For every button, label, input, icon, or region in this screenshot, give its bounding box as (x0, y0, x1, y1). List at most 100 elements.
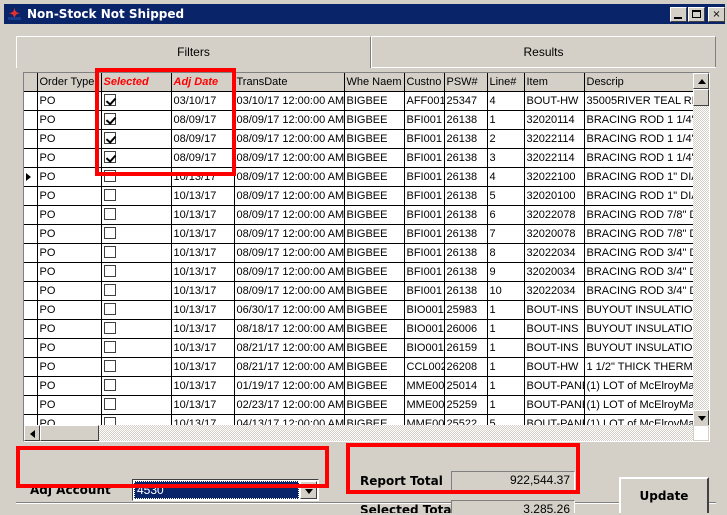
cell-line[interactable]: 1 (487, 376, 524, 395)
cell-descrip[interactable]: BRACING ROD 1 1/4" DI. (584, 110, 710, 129)
adj-account-selected-value[interactable]: 4530 (134, 481, 299, 499)
cell-whe-naem[interactable]: BIGBEE (344, 243, 404, 262)
table-row[interactable]: PO08/09/1708/09/17 12:00:00 AMBIGBEEBFI0… (24, 148, 710, 167)
cell-selected-checkbox[interactable] (101, 376, 171, 395)
cell-custno[interactable]: BFI001 (404, 224, 444, 243)
cell-trans-date[interactable]: 08/21/17 12:00:00 AM (234, 338, 344, 357)
cell-whe-naem[interactable]: BIGBEE (344, 148, 404, 167)
cell-line[interactable]: 7 (487, 224, 524, 243)
cell-whe-naem[interactable]: BIGBEE (344, 300, 404, 319)
cell-adj-date[interactable]: 03/10/17 (171, 91, 234, 110)
row-indicator-cell[interactable] (24, 319, 37, 338)
row-indicator-cell[interactable] (24, 376, 37, 395)
checkbox-unchecked-icon[interactable] (104, 227, 116, 239)
cell-order-type[interactable]: PO (37, 395, 101, 414)
cell-order-type[interactable]: PO (37, 376, 101, 395)
cell-psw[interactable]: 26006 (444, 319, 487, 338)
cell-item[interactable]: BOUT-INS (524, 300, 584, 319)
maximize-button[interactable] (688, 7, 705, 22)
cell-order-type[interactable]: PO (37, 148, 101, 167)
cell-whe-naem[interactable]: BIGBEE (344, 319, 404, 338)
cell-descrip[interactable]: (1) LOT of McElroyMarq (584, 376, 710, 395)
cell-item[interactable]: 32022114 (524, 129, 584, 148)
cell-line[interactable]: 6 (487, 205, 524, 224)
grid-horizontal-scrollbar[interactable] (24, 425, 709, 441)
cell-adj-date[interactable]: 10/13/17 (171, 224, 234, 243)
cell-item[interactable]: BOUT-HW (524, 357, 584, 376)
cell-trans-date[interactable]: 08/09/17 12:00:00 AM (234, 129, 344, 148)
cell-descrip[interactable]: BRACING ROD 3/4" DIA. (584, 262, 710, 281)
cell-line[interactable]: 9 (487, 262, 524, 281)
cell-line[interactable]: 5 (487, 186, 524, 205)
vscroll-thumb[interactable] (693, 89, 709, 106)
checkbox-unchecked-icon[interactable] (104, 246, 116, 258)
tab-results[interactable]: Results (371, 36, 716, 68)
cell-item[interactable]: BOUT-PANEL (524, 395, 584, 414)
cell-trans-date[interactable]: 08/18/17 12:00:00 AM (234, 319, 344, 338)
cell-item[interactable]: 32020100 (524, 186, 584, 205)
cell-descrip[interactable]: BRACING ROD 3/4" DIA. (584, 243, 710, 262)
cell-trans-date[interactable]: 02/23/17 12:00:00 AM (234, 395, 344, 414)
cell-line[interactable]: 1 (487, 357, 524, 376)
cell-descrip[interactable]: BRACING ROD 7/8" DIA (584, 205, 710, 224)
checkbox-checked-icon[interactable] (104, 113, 116, 125)
cell-custno[interactable]: BIO001 (404, 338, 444, 357)
window-titlebar[interactable]: ✦ Non-Stock Not Shipped × (4, 4, 727, 24)
cell-custno[interactable]: BFI001 (404, 205, 444, 224)
cell-adj-date[interactable]: 08/09/17 (171, 129, 234, 148)
cell-item[interactable]: BOUT-INS (524, 338, 584, 357)
cell-psw[interactable]: 26138 (444, 186, 487, 205)
table-row[interactable]: PO10/13/1706/30/17 12:00:00 AMBIGBEEBIO0… (24, 300, 710, 319)
cell-selected-checkbox[interactable] (101, 148, 171, 167)
cell-selected-checkbox[interactable] (101, 205, 171, 224)
table-row[interactable]: PO08/09/1708/09/17 12:00:00 AMBIGBEEBFI0… (24, 110, 710, 129)
cell-trans-date[interactable]: 08/09/17 12:00:00 AM (234, 262, 344, 281)
cell-line[interactable]: 1 (487, 110, 524, 129)
cell-psw[interactable]: 26138 (444, 129, 487, 148)
cell-order-type[interactable]: PO (37, 205, 101, 224)
checkbox-unchecked-icon[interactable] (104, 379, 116, 391)
checkbox-unchecked-icon[interactable] (104, 170, 116, 182)
cell-order-type[interactable]: PO (37, 243, 101, 262)
cell-adj-date[interactable]: 10/13/17 (171, 319, 234, 338)
cell-descrip[interactable]: BRACING ROD 1 1/4" DI. (584, 148, 710, 167)
cell-custno[interactable]: BFI001 (404, 262, 444, 281)
cell-descrip[interactable]: BUYOUT INSULATION (584, 338, 710, 357)
cell-line[interactable]: 8 (487, 243, 524, 262)
cell-custno[interactable]: CCL002 (404, 357, 444, 376)
adj-account-dropdown-button[interactable] (300, 481, 317, 499)
table-row[interactable]: PO10/13/1708/21/17 12:00:00 AMBIGBEECCL0… (24, 357, 710, 376)
cell-adj-date[interactable]: 10/13/17 (171, 376, 234, 395)
cell-line[interactable]: 4 (487, 167, 524, 186)
cell-item[interactable]: BOUT-PANEL (524, 376, 584, 395)
checkbox-unchecked-icon[interactable] (104, 189, 116, 201)
table-row[interactable]: PO10/13/1702/23/17 12:00:00 AMBIGBEEMME0… (24, 395, 710, 414)
col-header-item[interactable]: Item (524, 73, 584, 91)
cell-line[interactable]: 2 (487, 129, 524, 148)
cell-psw[interactable]: 26138 (444, 205, 487, 224)
cell-trans-date[interactable]: 08/09/17 12:00:00 AM (234, 186, 344, 205)
data-grid[interactable]: Order Type Selected Adj Date TransDate W… (23, 72, 710, 442)
cell-custno[interactable]: MME002 (404, 395, 444, 414)
cell-order-type[interactable]: PO (37, 338, 101, 357)
cell-adj-date[interactable]: 10/13/17 (171, 300, 234, 319)
cell-adj-date[interactable]: 08/09/17 (171, 148, 234, 167)
cell-order-type[interactable]: PO (37, 110, 101, 129)
cell-trans-date[interactable]: 08/09/17 12:00:00 AM (234, 205, 344, 224)
cell-trans-date[interactable]: 03/10/17 12:00:00 AM (234, 91, 344, 110)
table-row[interactable]: PO10/13/1708/18/17 12:00:00 AMBIGBEEBIO0… (24, 319, 710, 338)
cell-whe-naem[interactable]: BIGBEE (344, 205, 404, 224)
checkbox-unchecked-icon[interactable] (104, 360, 116, 372)
cell-custno[interactable]: MME002 (404, 376, 444, 395)
checkbox-unchecked-icon[interactable] (104, 265, 116, 277)
cell-item[interactable]: BOUT-HW (524, 91, 584, 110)
cell-adj-date[interactable]: 10/13/17 (171, 243, 234, 262)
cell-descrip[interactable]: 35005RIVER TEAL RIVE (584, 91, 710, 110)
cell-item[interactable]: 32022034 (524, 243, 584, 262)
cell-descrip[interactable]: BRACING ROD 1" DIA. ( (584, 186, 710, 205)
row-indicator-cell[interactable] (24, 281, 37, 300)
cell-custno[interactable]: BFI001 (404, 129, 444, 148)
cell-selected-checkbox[interactable] (101, 262, 171, 281)
cell-order-type[interactable]: PO (37, 300, 101, 319)
row-indicator-cell[interactable] (24, 148, 37, 167)
